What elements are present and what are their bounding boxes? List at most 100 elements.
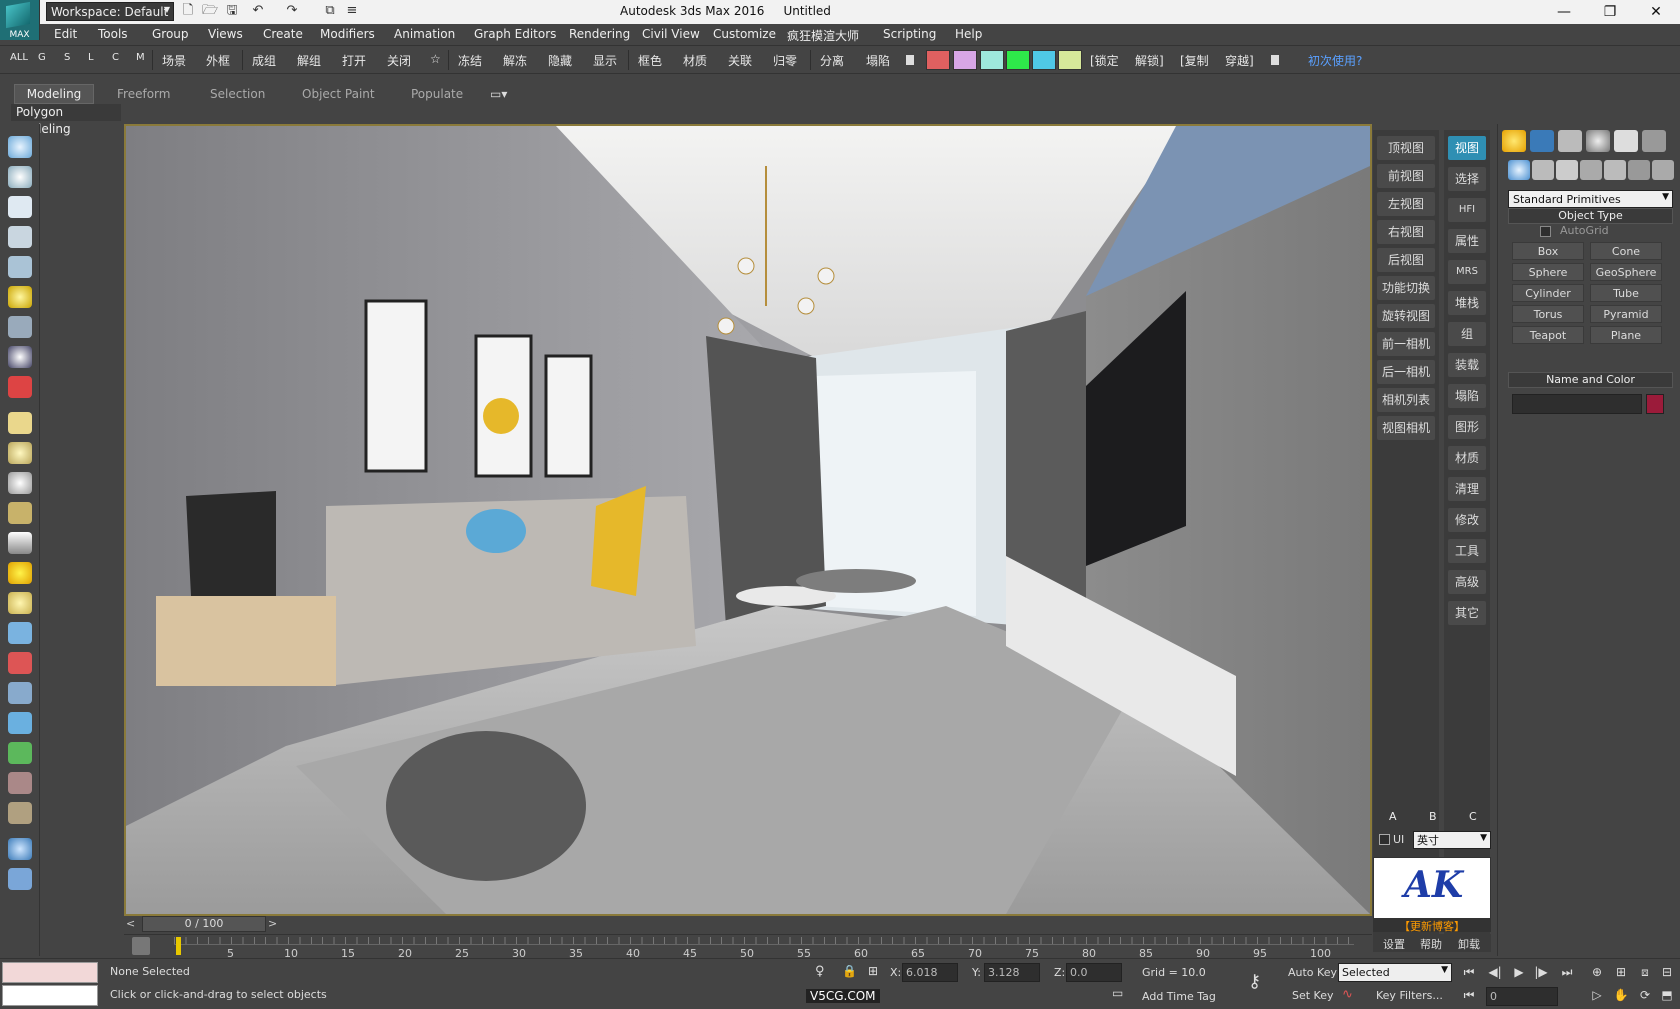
lock-icon[interactable]: 🔒 [842,964,857,978]
pan-icon[interactable]: ✋ [1612,986,1630,1004]
filter-m[interactable]: M [136,52,145,63]
sphere-light-icon[interactable] [8,472,32,494]
goto-end-icon[interactable]: ⏭ [1558,963,1576,981]
filter-all[interactable]: ALL [10,52,28,63]
quick-access-menu-icon[interactable]: ≡ [344,3,360,19]
key-filters-button[interactable]: Key Filters... [1376,989,1443,1002]
cone-button[interactable]: Cone [1590,242,1662,260]
systems-icon[interactable] [1652,160,1674,180]
grid-icon[interactable] [8,256,32,278]
view-camera-button[interactable]: 视图相机 [1377,416,1435,440]
other-button[interactable]: 其它 [1448,601,1486,625]
menu-animation[interactable]: Animation [394,27,455,41]
menu-rendering[interactable]: Rendering [569,27,630,41]
menu-scripting[interactable]: Scripting [883,27,936,41]
first-use-link[interactable]: 初次使用? [1308,52,1362,69]
zoom-extents-icon[interactable]: ⧈ [1636,963,1654,981]
left-view-button[interactable]: 左视图 [1377,192,1435,216]
cone-icon[interactable] [8,532,32,554]
tb-frame-color[interactable]: 框色 [638,52,662,69]
tb-open[interactable]: 打开 [342,52,366,69]
zoom-all-icon[interactable]: ⊞ [1612,963,1630,981]
menu-modifiers[interactable]: Modifiers [320,27,375,41]
slider-next-icon[interactable]: > [268,917,277,930]
key-tangent-icon[interactable]: ∿ [1342,987,1353,1002]
cameras-icon[interactable] [1580,160,1602,180]
utilities-tab-icon[interactable] [1642,130,1666,152]
hfi-button[interactable]: HFI [1448,198,1486,222]
prev-frame-icon[interactable]: ◀| [1486,963,1504,981]
key-mode-toggle-icon[interactable]: ⏮ [1460,986,1478,1004]
x-coordinate-field[interactable]: 6.018 [902,963,958,982]
color-swatch-cyan[interactable] [1032,50,1056,70]
name-color-rollout[interactable]: Name and Color [1508,372,1673,388]
tb-scene[interactable]: 场景 [162,52,186,69]
menu-tools[interactable]: Tools [98,27,128,41]
tb-hide[interactable]: 隐藏 [548,52,572,69]
geometry-icon[interactable] [1508,160,1530,180]
tb-ungroup[interactable]: 解组 [297,52,321,69]
tb-close[interactable]: 关闭 [387,52,411,69]
object-category-dropdown[interactable]: Standard Primitives ▼ [1508,190,1673,208]
add-time-tag-button[interactable]: Add Time Tag [1142,990,1216,1003]
color-swatch-red[interactable] [926,50,950,70]
blue-sphere-icon[interactable] [8,838,32,860]
material-button[interactable]: 材质 [1448,446,1486,470]
image-plane-icon[interactable] [8,196,32,218]
menu-help[interactable]: Help [955,27,982,41]
isolate-icon[interactable]: ♀ [815,964,825,979]
tab-populate[interactable]: Populate [411,87,463,101]
prev-camera-button[interactable]: 前一相机 [1377,332,1435,356]
new-file-icon[interactable]: 🗋 [180,3,196,19]
time-slider[interactable]: < 0 / 100 > [124,916,1372,933]
color-swatch-green[interactable] [1006,50,1030,70]
filter-c[interactable]: C [112,52,119,63]
redo-icon[interactable]: ↷ [284,3,300,19]
tb-detach[interactable]: 分离 [820,52,844,69]
menu-group[interactable]: Group [152,27,189,41]
tb-freeze[interactable]: 冻结 [458,52,482,69]
plane-button[interactable]: Plane [1590,326,1662,344]
open-file-icon[interactable]: 🗁 [202,3,218,19]
help-button[interactable]: 帮助 [1420,936,1442,952]
top-view-button[interactable]: 顶视图 [1377,136,1435,160]
polygon-modeling-panel[interactable]: Polygon Modeling [11,104,121,136]
tab-object-paint[interactable]: Object Paint [302,87,375,101]
box-button[interactable]: Box [1512,242,1584,260]
unit-dropdown[interactable]: 英寸 ▼ [1413,831,1491,849]
goto-start-icon[interactable]: ⏮ [1460,963,1478,981]
tb-pass-through[interactable]: 穿越] [1225,52,1254,69]
pyramid-button[interactable]: Pyramid [1590,305,1662,323]
gear-icon[interactable] [8,712,32,734]
menu-views[interactable]: Views [208,27,243,41]
current-frame-field[interactable]: 0 [1486,987,1558,1006]
tab-b[interactable]: B [1429,810,1437,823]
front-view-button[interactable]: 前视图 [1377,164,1435,188]
lattice-icon[interactable] [8,682,32,704]
filter-l[interactable]: L [88,52,94,63]
properties-button[interactable]: 属性 [1448,229,1486,253]
tb-unfreeze[interactable]: 解冻 [503,52,527,69]
rotate-view-button[interactable]: 旋转视图 [1377,304,1435,328]
field-of-view-icon[interactable]: ▷ [1588,986,1606,1004]
tb-material[interactable]: 材质 [683,52,707,69]
create-tab-icon[interactable] [1502,130,1526,152]
next-frame-icon[interactable]: |▶ [1532,963,1550,981]
hierarchy-tab-icon[interactable] [1558,130,1582,152]
sphere-button[interactable]: Sphere [1512,263,1584,281]
tb-collapse[interactable]: 塌陷 [866,52,890,69]
menu-edit[interactable]: Edit [54,27,77,41]
tools-button[interactable]: 工具 [1448,539,1486,563]
set-key-button[interactable]: Set Key [1292,989,1334,1002]
tab-c[interactable]: C [1469,810,1477,823]
cloud-icon[interactable] [8,166,32,188]
menu-customize[interactable]: Customize [713,27,776,41]
wood-icon[interactable] [8,802,32,824]
dome-icon[interactable] [8,442,32,464]
ribbon-options-icon[interactable]: ▭▾ [490,87,507,101]
minimize-icon[interactable]: — [1541,0,1587,24]
right-view-button[interactable]: 右视图 [1377,220,1435,244]
grass-icon[interactable] [8,742,32,764]
collapse-button[interactable]: 塌陷 [1448,384,1486,408]
teapot-icon[interactable] [8,136,32,158]
